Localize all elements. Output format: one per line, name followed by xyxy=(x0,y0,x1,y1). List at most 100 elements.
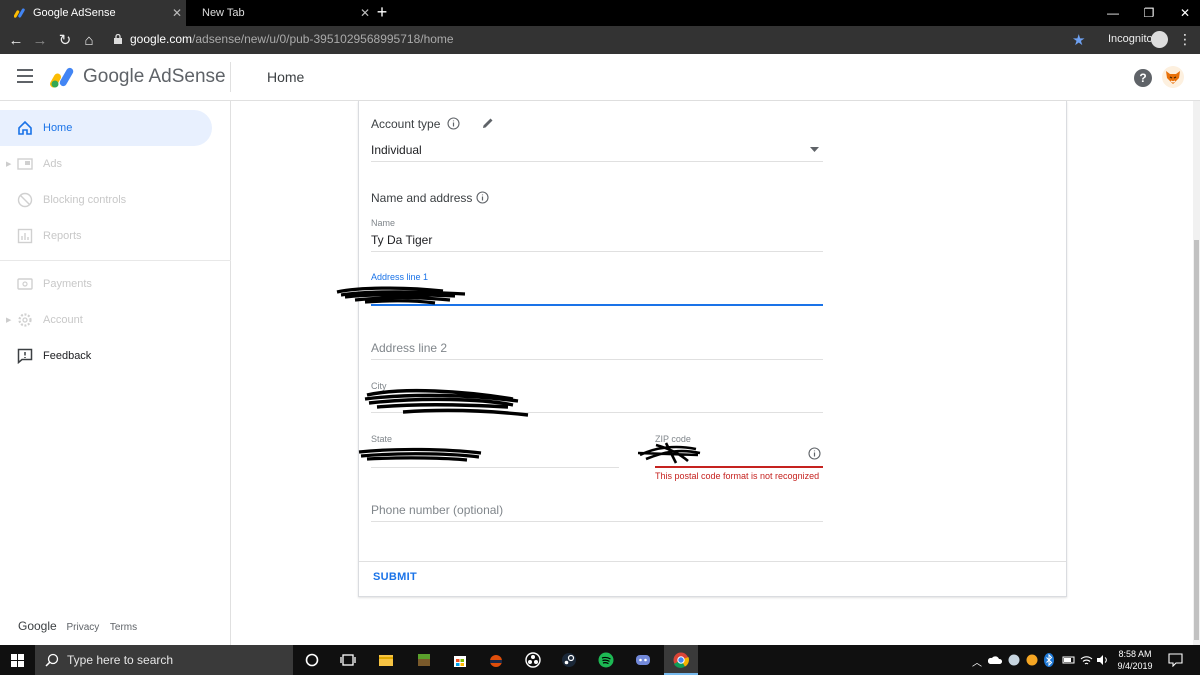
header-divider xyxy=(230,62,231,92)
feedback-icon xyxy=(17,348,33,364)
minimize-icon[interactable]: — xyxy=(1094,0,1132,26)
help-icon[interactable]: ? xyxy=(1134,69,1152,87)
card-footer-divider xyxy=(359,561,1066,562)
address-line-2-field[interactable]: Address line 2 xyxy=(371,339,823,361)
incognito-icon[interactable] xyxy=(1151,31,1168,48)
name-address-title: Name and address xyxy=(371,191,473,205)
chrome-icon xyxy=(673,652,689,668)
sidebar: Home ▶ Ads Blocking controls Reports Pay… xyxy=(0,101,231,645)
spotify-icon[interactable] xyxy=(598,652,614,668)
new-tab-button[interactable]: + xyxy=(372,2,392,22)
tab-label: Google AdSense xyxy=(33,7,116,19)
discord-icon[interactable] xyxy=(635,652,651,668)
sidebar-item-label: Reports xyxy=(43,230,82,242)
privacy-link[interactable]: Privacy xyxy=(66,622,99,633)
sidebar-footer: Google Privacy Terms xyxy=(18,619,145,633)
forward-arrow-icon[interactable]: → xyxy=(30,30,50,50)
phone-number-placeholder: Phone number (optional) xyxy=(371,503,504,517)
zip-error-message: This postal code format is not recognize… xyxy=(655,471,820,481)
reload-icon[interactable]: ↻ xyxy=(55,30,75,50)
browser-menu-icon[interactable]: ⋮ xyxy=(1178,31,1192,48)
windows-start-icon[interactable] xyxy=(11,654,24,667)
block-icon xyxy=(17,192,33,208)
sidebar-item-label: Blocking controls xyxy=(43,194,127,206)
minecraft-icon[interactable] xyxy=(416,652,432,668)
sidebar-item-reports[interactable]: Reports xyxy=(0,218,212,254)
taskbar-clock[interactable]: 8:58 AM 9/4/2019 xyxy=(1112,648,1158,672)
sidebar-item-home[interactable]: Home xyxy=(0,110,212,146)
sidebar-item-account[interactable]: ▶ Account xyxy=(0,302,212,338)
sidebar-item-ads[interactable]: ▶ Ads xyxy=(0,146,212,182)
steam-tray-icon[interactable] xyxy=(1008,654,1020,666)
app-tray-icon[interactable] xyxy=(1026,654,1038,666)
sidebar-item-payments[interactable]: Payments xyxy=(0,266,212,302)
windows-taskbar: Type here to search ︿ 8:58 AM 9/4/2019 xyxy=(0,645,1200,675)
task-view-icon[interactable] xyxy=(340,652,356,668)
account-type-select[interactable]: Individual xyxy=(371,141,823,162)
clock-date: 9/4/2019 xyxy=(1117,661,1153,671)
brand-title: Google AdSense xyxy=(83,66,226,87)
notifications-icon[interactable] xyxy=(1168,653,1183,667)
onedrive-icon[interactable] xyxy=(988,654,1002,666)
address-line-1-label: Address line 1 xyxy=(371,272,429,282)
back-arrow-icon[interactable]: ← xyxy=(6,30,26,50)
sidebar-item-label: Feedback xyxy=(43,350,92,362)
clock-time: 8:58 AM xyxy=(1118,649,1152,659)
main-menu-icon[interactable] xyxy=(17,69,33,83)
address-line-2-placeholder: Address line 2 xyxy=(371,341,448,355)
info-icon[interactable] xyxy=(808,447,821,460)
address-bar: ← → ↻ ⌂ google.com/adsense/new/u/0/pub-3… xyxy=(0,26,1200,54)
sidebar-item-label: Home xyxy=(43,122,73,134)
steam-icon[interactable] xyxy=(561,652,577,668)
scrollbar-thumb[interactable] xyxy=(1194,240,1199,640)
field-underline xyxy=(371,161,823,162)
phone-number-field[interactable]: Phone number (optional) xyxy=(371,501,823,523)
url-path: /adsense/new/u/0/pub-3951029568995718/ho… xyxy=(192,32,454,46)
obs-icon[interactable] xyxy=(525,652,541,668)
sidebar-item-feedback[interactable]: Feedback xyxy=(0,338,212,374)
main-content: Account type Individual Name and address… xyxy=(231,101,1200,645)
redaction-scribble xyxy=(364,388,529,417)
adsense-logo-icon xyxy=(50,67,74,88)
bluetooth-icon[interactable] xyxy=(1044,653,1054,667)
name-field[interactable]: Name Ty Da Tiger xyxy=(371,218,823,252)
home-button-icon[interactable]: ⌂ xyxy=(79,30,99,50)
avatar[interactable] xyxy=(1162,66,1184,88)
reports-icon xyxy=(17,228,33,244)
info-icon[interactable] xyxy=(447,117,460,130)
origin-icon[interactable] xyxy=(488,652,504,668)
wifi-icon[interactable] xyxy=(1080,654,1093,666)
account-type-title: Account type xyxy=(371,117,441,131)
info-icon[interactable] xyxy=(476,191,489,204)
dropdown-arrow-icon xyxy=(810,147,819,152)
home-icon xyxy=(18,120,32,135)
edit-pencil-icon[interactable] xyxy=(481,116,495,130)
terms-link[interactable]: Terms xyxy=(110,622,137,633)
account-form-card: Account type Individual Name and address… xyxy=(336,101,1067,597)
url-input[interactable]: google.com/adsense/new/u/0/pub-395102956… xyxy=(130,32,454,46)
incognito-label: Incognito xyxy=(1108,33,1153,45)
taskbar-search-box[interactable]: Type here to search xyxy=(35,645,293,675)
sidebar-item-blocking-controls[interactable]: Blocking controls xyxy=(0,182,212,218)
name-value: Ty Da Tiger xyxy=(371,233,433,247)
url-host: google.com xyxy=(130,32,193,46)
account-type-value: Individual xyxy=(371,143,422,157)
volume-icon[interactable] xyxy=(1096,654,1109,666)
adsense-favicon xyxy=(14,8,25,18)
battery-icon[interactable] xyxy=(1062,654,1076,666)
store-icon[interactable] xyxy=(452,652,468,668)
cortana-icon[interactable] xyxy=(304,652,320,668)
tab-new-tab[interactable]: New Tab ✕ xyxy=(188,0,374,26)
tray-overflow-icon[interactable]: ︿ xyxy=(972,654,982,669)
ads-icon xyxy=(17,158,33,170)
restore-icon[interactable]: ❐ xyxy=(1130,0,1168,26)
submit-button[interactable]: SUBMIT xyxy=(373,571,417,583)
tab-google-adsense[interactable]: Google AdSense ✕ xyxy=(0,0,186,26)
state-label: State xyxy=(371,434,393,444)
chrome-taskbar-button[interactable] xyxy=(664,645,698,675)
bookmark-star-icon[interactable]: ★ xyxy=(1072,31,1085,49)
lock-icon xyxy=(114,34,122,44)
window-close-icon[interactable]: ✕ xyxy=(1166,0,1200,26)
tab-close-icon[interactable]: ✕ xyxy=(168,6,186,20)
file-explorer-icon[interactable] xyxy=(378,652,394,668)
